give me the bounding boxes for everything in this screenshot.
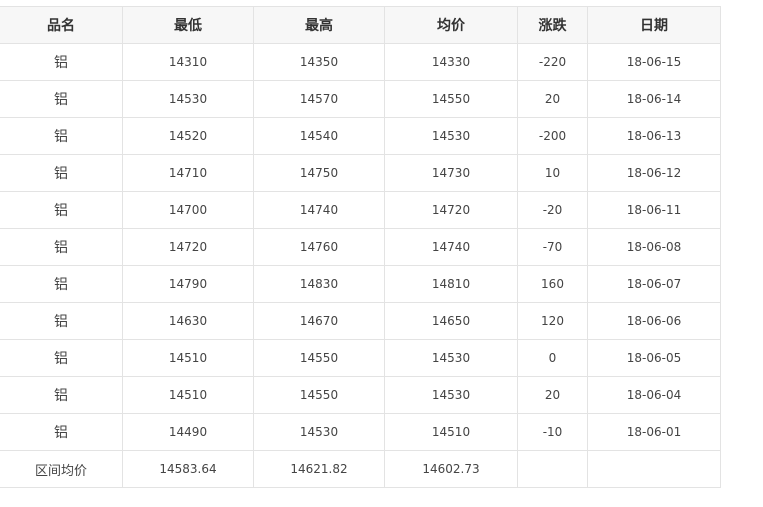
- date-cell: 18-06-06: [587, 302, 721, 340]
- date-cell: 18-06-01: [587, 413, 721, 451]
- product-name-cell: 铝: [0, 265, 123, 303]
- table-row: 铝 14530 14570 14550 20 18-06-14: [0, 80, 721, 118]
- date-cell: 18-06-08: [587, 228, 721, 266]
- average-row: 区间均价 14583.64 14621.82 14602.73: [0, 450, 721, 488]
- change-cell: -70: [517, 228, 588, 266]
- date-cell: 18-06-13: [587, 117, 721, 155]
- product-name-cell: 铝: [0, 154, 123, 192]
- average-cell: 14530: [384, 339, 518, 377]
- average-change: [517, 450, 588, 488]
- high-cell: 14530: [253, 413, 385, 451]
- change-cell: 0: [517, 339, 588, 377]
- change-cell: 20: [517, 80, 588, 118]
- product-name-cell: 铝: [0, 80, 123, 118]
- average-cell: 14510: [384, 413, 518, 451]
- date-cell: 18-06-07: [587, 265, 721, 303]
- date-cell: 18-06-11: [587, 191, 721, 229]
- average-cell: 14330: [384, 43, 518, 81]
- low-cell: 14510: [122, 339, 254, 377]
- low-cell: 14790: [122, 265, 254, 303]
- change-cell: 160: [517, 265, 588, 303]
- change-cell: 10: [517, 154, 588, 192]
- date-cell: 18-06-12: [587, 154, 721, 192]
- header-change: 涨跌: [517, 6, 588, 44]
- table-row: 铝 14720 14760 14740 -70 18-06-08: [0, 228, 721, 266]
- date-cell: 18-06-15: [587, 43, 721, 81]
- price-table: 品名 最低 最高 均价 涨跌 日期 铝 14310 14350 14330 -220 18…: [0, 6, 721, 488]
- table-row: 铝 14490 14530 14510 -10 18-06-01: [0, 413, 721, 451]
- change-cell: 20: [517, 376, 588, 414]
- header-row: 品名 最低 最高 均价 涨跌 日期: [0, 6, 721, 44]
- table-row: 铝 14520 14540 14530 -200 18-06-13: [0, 117, 721, 155]
- table-row: 铝 14710 14750 14730 10 18-06-12: [0, 154, 721, 192]
- change-cell: -200: [517, 117, 588, 155]
- low-cell: 14310: [122, 43, 254, 81]
- low-cell: 14720: [122, 228, 254, 266]
- average-high: 14621.82: [253, 450, 385, 488]
- low-cell: 14510: [122, 376, 254, 414]
- high-cell: 14540: [253, 117, 385, 155]
- date-cell: 18-06-14: [587, 80, 721, 118]
- change-cell: -220: [517, 43, 588, 81]
- high-cell: 14570: [253, 80, 385, 118]
- average-cell: 14650: [384, 302, 518, 340]
- header-product-name: 品名: [0, 6, 123, 44]
- product-name-cell: 铝: [0, 376, 123, 414]
- product-name-cell: 铝: [0, 43, 123, 81]
- date-cell: 18-06-05: [587, 339, 721, 377]
- average-cell: 14740: [384, 228, 518, 266]
- low-cell: 14520: [122, 117, 254, 155]
- high-cell: 14760: [253, 228, 385, 266]
- product-name-cell: 铝: [0, 117, 123, 155]
- header-low: 最低: [122, 6, 254, 44]
- header-high: 最高: [253, 6, 385, 44]
- low-cell: 14490: [122, 413, 254, 451]
- average-low: 14583.64: [122, 450, 254, 488]
- table-row: 铝 14510 14550 14530 20 18-06-04: [0, 376, 721, 414]
- average-cell: 14530: [384, 117, 518, 155]
- date-cell: 18-06-04: [587, 376, 721, 414]
- low-cell: 14700: [122, 191, 254, 229]
- average-date: [587, 450, 721, 488]
- high-cell: 14670: [253, 302, 385, 340]
- change-cell: -10: [517, 413, 588, 451]
- average-label: 区间均价: [0, 450, 123, 488]
- header-average: 均价: [384, 6, 518, 44]
- average-cell: 14730: [384, 154, 518, 192]
- average-mean: 14602.73: [384, 450, 518, 488]
- table-row: 铝 14630 14670 14650 120 18-06-06: [0, 302, 721, 340]
- table-row: 铝 14310 14350 14330 -220 18-06-15: [0, 43, 721, 81]
- high-cell: 14740: [253, 191, 385, 229]
- change-cell: 120: [517, 302, 588, 340]
- high-cell: 14750: [253, 154, 385, 192]
- high-cell: 14550: [253, 339, 385, 377]
- table-row: 铝 14790 14830 14810 160 18-06-07: [0, 265, 721, 303]
- average-cell: 14530: [384, 376, 518, 414]
- table-row: 铝 14700 14740 14720 -20 18-06-11: [0, 191, 721, 229]
- header-date: 日期: [587, 6, 721, 44]
- product-name-cell: 铝: [0, 413, 123, 451]
- product-name-cell: 铝: [0, 339, 123, 377]
- average-cell: 14550: [384, 80, 518, 118]
- change-cell: -20: [517, 191, 588, 229]
- high-cell: 14830: [253, 265, 385, 303]
- high-cell: 14350: [253, 43, 385, 81]
- product-name-cell: 铝: [0, 191, 123, 229]
- average-cell: 14810: [384, 265, 518, 303]
- product-name-cell: 铝: [0, 228, 123, 266]
- low-cell: 14530: [122, 80, 254, 118]
- low-cell: 14630: [122, 302, 254, 340]
- product-name-cell: 铝: [0, 302, 123, 340]
- table-row: 铝 14510 14550 14530 0 18-06-05: [0, 339, 721, 377]
- average-cell: 14720: [384, 191, 518, 229]
- table-body: 铝 14310 14350 14330 -220 18-06-15 铝 14530 14570 1…: [0, 43, 721, 451]
- high-cell: 14550: [253, 376, 385, 414]
- low-cell: 14710: [122, 154, 254, 192]
